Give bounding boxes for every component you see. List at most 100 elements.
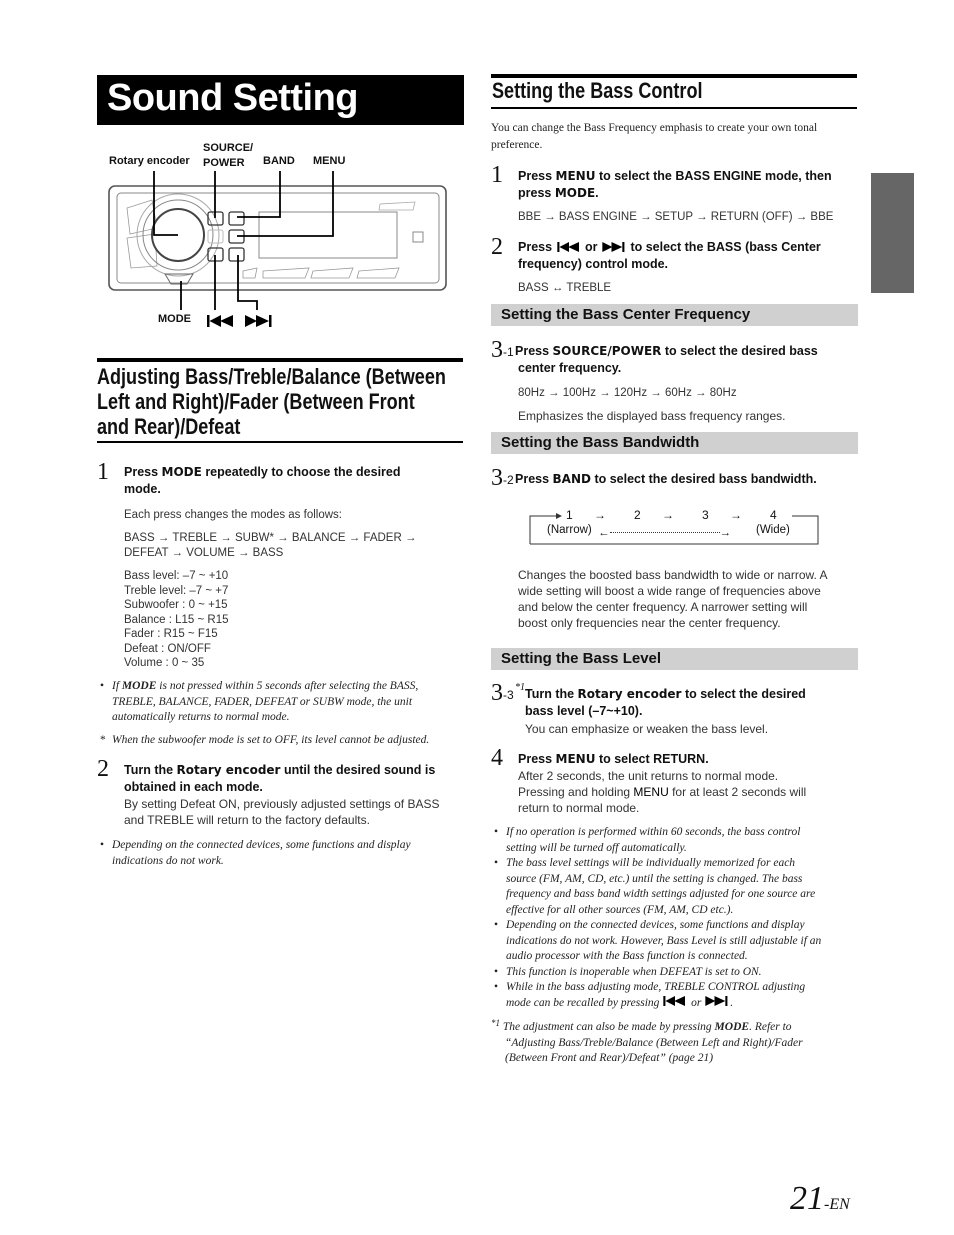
- text: You can change the Bass Frequency emphas…: [491, 122, 818, 134]
- text: boost only frequencies near the center f…: [518, 616, 781, 630]
- car-stereo-illustration: [108, 171, 447, 310]
- text: When the subwoofer mode is set to OFF, i…: [112, 734, 430, 746]
- key-menu: MENU: [633, 785, 669, 799]
- text: to select the desired: [681, 687, 806, 701]
- bass-level-body: You can emphasize or weaken the bass lev…: [525, 722, 769, 736]
- r-step4-title: Press MENU to select RETURN.: [518, 751, 709, 768]
- text: frequency) control mode.: [518, 257, 669, 271]
- bbe-sequence: BBE → BASS ENGINE → SETUP → RETURN (OFF)…: [518, 211, 834, 223]
- bullet: •: [100, 839, 105, 851]
- text: Changes the boosted bass bandwidth to wi…: [518, 568, 828, 582]
- text: bass level (–7~+10).: [525, 704, 643, 718]
- heading-line: Adjusting Bass/Treble/Balance (Between: [97, 364, 446, 389]
- step-number: 2: [491, 234, 503, 260]
- heading-line: Left and Right)/Fader (Between Front: [97, 389, 415, 414]
- note-item: • If no operation is performed within 60…: [494, 825, 866, 856]
- arrow-icon: →: [594, 508, 606, 522]
- note-item: • This function is inoperable when DEFEA…: [494, 965, 866, 981]
- key-mode: MODE: [554, 186, 596, 200]
- previous-track-icon: [556, 242, 579, 252]
- step1-intro: Each press changes the modes as follows:: [124, 509, 342, 521]
- text: Depending on the connected devices, some…: [506, 919, 805, 931]
- bullet: •: [494, 965, 499, 978]
- section-rule-top: [97, 358, 463, 362]
- page-title-bar: Sound Setting: [97, 75, 464, 125]
- range-arrow: ← →: [598, 524, 731, 539]
- page-number-value: 21: [790, 1180, 824, 1217]
- bullet: •: [494, 919, 499, 931]
- text: return to normal mode.: [518, 801, 640, 815]
- text: Press: [124, 465, 162, 479]
- bw-value-4: 4: [770, 508, 777, 522]
- text: is not pressed within 5 seconds after se…: [156, 680, 419, 692]
- footnote-mark: *1: [491, 1018, 500, 1028]
- step2-title: Turn the Rotary encoder until the desire…: [124, 762, 469, 796]
- next-track-icon: [245, 315, 272, 327]
- text: frequency and bass band width settings a…: [506, 888, 816, 900]
- text: Press: [518, 240, 556, 254]
- range-item: Volume : 0 ~ 35: [124, 657, 205, 669]
- text: If: [112, 680, 122, 692]
- text: By setting Defeat ON, previously adjuste…: [124, 797, 440, 811]
- step-suffix: -2: [503, 473, 514, 487]
- sequence-line: DEFEAT → VOLUME → BASS: [124, 546, 284, 559]
- subheading-bandwidth: Setting the Bass Bandwidth: [491, 432, 858, 454]
- bullet: •: [494, 857, 499, 869]
- text: for at least 2 seconds will: [668, 785, 807, 799]
- note-subwoofer: * When the subwoofer mode is set to OFF,…: [100, 733, 472, 749]
- key-mode: MODE: [714, 1021, 750, 1033]
- key-rotary-encoder: Rotary encoder: [176, 763, 281, 777]
- text: to select the BASS ENGINE mode, then: [595, 169, 832, 183]
- text: to select the BASS (bass Center: [626, 240, 821, 254]
- text: or: [581, 240, 601, 254]
- text: Turn the: [525, 687, 578, 701]
- text: . Refer to: [749, 1021, 792, 1033]
- text: After 2 seconds, the unit returns to nor…: [518, 769, 779, 783]
- previous-track-icon: [663, 995, 686, 1006]
- frequency-sequence: 80Hz → 100Hz → 120Hz → 60Hz → 80Hz: [518, 387, 737, 399]
- text: Press: [518, 169, 556, 183]
- text: The adjustment can also be made by press…: [500, 1021, 715, 1033]
- note-devices: • Depending on the connected devices, so…: [100, 838, 472, 869]
- text: Turn the: [124, 763, 177, 777]
- arrow-icon: →: [662, 508, 674, 522]
- text: and below the center frequency. A narrow…: [518, 600, 808, 614]
- previous-track-icon: [207, 315, 233, 327]
- step-number: 1: [491, 162, 503, 188]
- text: source (FM, AM, CD, etc.) until the sett…: [506, 872, 803, 885]
- bullet: •: [494, 826, 499, 838]
- footnote-mark: *1: [515, 682, 525, 693]
- text: automatically returns to normal mode.: [112, 711, 290, 723]
- text: press: [518, 186, 555, 200]
- key-mode: MODE: [121, 680, 157, 692]
- step-number: 3: [491, 465, 503, 491]
- text: “Adjusting Bass/Treble/Balance (Between …: [505, 1036, 803, 1049]
- page-suffix: -EN: [824, 1196, 850, 1213]
- bw-value-1: 1: [566, 508, 573, 522]
- step-number: 3: [491, 680, 503, 706]
- text: .: [730, 996, 734, 1009]
- device-diagram: Rotary encoder SOURCE/ POWER BAND MENU M…: [97, 138, 467, 338]
- text: wide setting will boost a wide range of …: [518, 584, 821, 598]
- bullet: •: [494, 981, 499, 993]
- text: setting will be turned off automatically…: [506, 841, 687, 854]
- sequence-line: BASS → TREBLE → SUBW* → BALANCE → FADER …: [124, 532, 417, 544]
- subheading-text: Setting the Bass Center Frequency: [501, 306, 751, 323]
- step2-body: By setting Defeat ON, previously adjuste…: [124, 796, 440, 828]
- text: Depending on the connected devices, some…: [112, 839, 411, 851]
- bandwidth-diagram: 1 → 2 → 3 → 4 (Narrow) ← → (Wide): [528, 506, 820, 546]
- range-item: Subwoofer : 0 ~ +15: [124, 599, 228, 611]
- wide-label: (Wide): [756, 524, 790, 536]
- key-mode: MODE: [161, 465, 202, 479]
- note-item: • Depending on the connected devices, so…: [494, 918, 866, 965]
- step-number: 3: [491, 337, 503, 363]
- step-3-2-title: Press BAND to select the desired bass ba…: [515, 471, 860, 488]
- step-number: 4: [491, 745, 503, 771]
- step-3-1-title: Press SOURCE/POWER to select the desired…: [515, 343, 860, 377]
- text: until the desired sound is: [280, 763, 436, 777]
- heading-line: and Rear)/Defeat: [97, 414, 241, 439]
- text: Press: [518, 752, 556, 766]
- subheading-text: Setting the Bass Level: [501, 650, 662, 667]
- section-heading-adjusting: Adjusting Bass/Treble/Balance (Between L…: [97, 364, 446, 439]
- note-mode-timeout: • If MODE is not pressed within 5 second…: [100, 679, 472, 726]
